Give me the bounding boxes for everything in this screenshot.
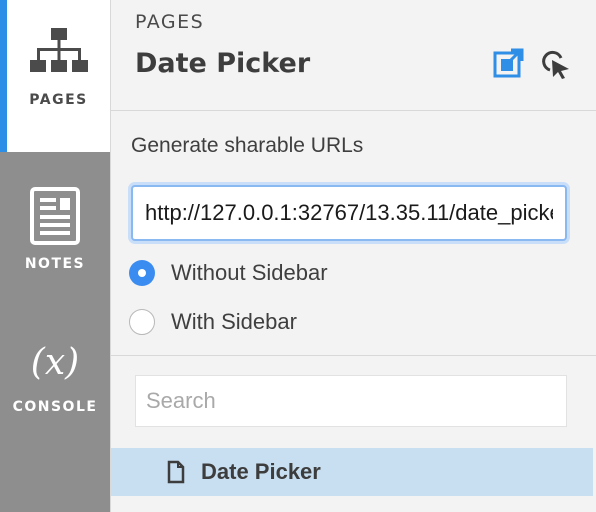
page-title: Date Picker — [135, 48, 311, 79]
header-divider — [111, 110, 596, 111]
rail-tab-pages[interactable]: PAGES — [0, 0, 110, 152]
share-label: Generate sharable URLs — [131, 134, 364, 157]
radio-label-with-sidebar: With Sidebar — [171, 309, 297, 334]
rail-pages-label: PAGES — [29, 92, 88, 108]
variable-x-icon: (x) — [30, 342, 80, 383]
sitemap-icon — [29, 28, 88, 72]
notes-icon — [30, 187, 80, 245]
left-rail: PAGES NOTES (x) CONSOLE — [0, 0, 110, 512]
radio-with-sidebar[interactable]: With Sidebar — [129, 309, 297, 335]
rail-notes-label: NOTES — [24, 256, 86, 272]
share-url-field[interactable] — [131, 185, 567, 241]
radio-button-unselected[interactable] — [129, 309, 155, 335]
rail-tab-notes[interactable]: NOTES — [0, 152, 110, 312]
inspect-cursor-icon[interactable] — [541, 50, 571, 80]
search-input[interactable] — [135, 375, 567, 427]
open-external-icon[interactable] — [493, 48, 525, 78]
radio-without-sidebar[interactable]: Without Sidebar — [129, 260, 328, 286]
radio-button-selected[interactable] — [129, 260, 155, 286]
pages-panel: PAGES Date Picker Generate sharable URLs… — [110, 0, 596, 512]
rail-tab-console[interactable]: (x) CONSOLE — [0, 312, 110, 472]
list-item[interactable]: Date Picker — [111, 448, 593, 496]
section-title: PAGES — [135, 11, 205, 33]
rail-console-label: CONSOLE — [12, 399, 98, 415]
list-item-label: Date Picker — [201, 459, 321, 484]
radio-label-without-sidebar: Without Sidebar — [171, 260, 328, 285]
options-divider — [111, 355, 596, 356]
document-icon — [167, 460, 185, 484]
